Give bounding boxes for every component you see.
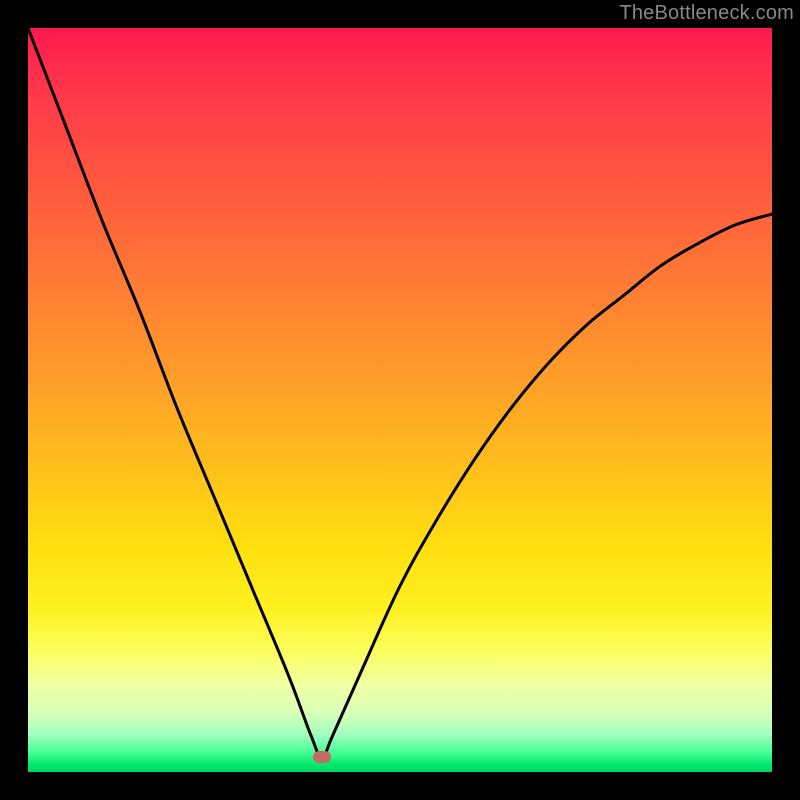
optimal-point-marker [313,751,331,763]
watermark-text: TheBottleneck.com [619,2,794,25]
curve-path [28,28,772,757]
chart-frame: TheBottleneck.com [0,0,800,800]
plot-area [28,28,772,772]
bottleneck-curve [28,28,772,772]
